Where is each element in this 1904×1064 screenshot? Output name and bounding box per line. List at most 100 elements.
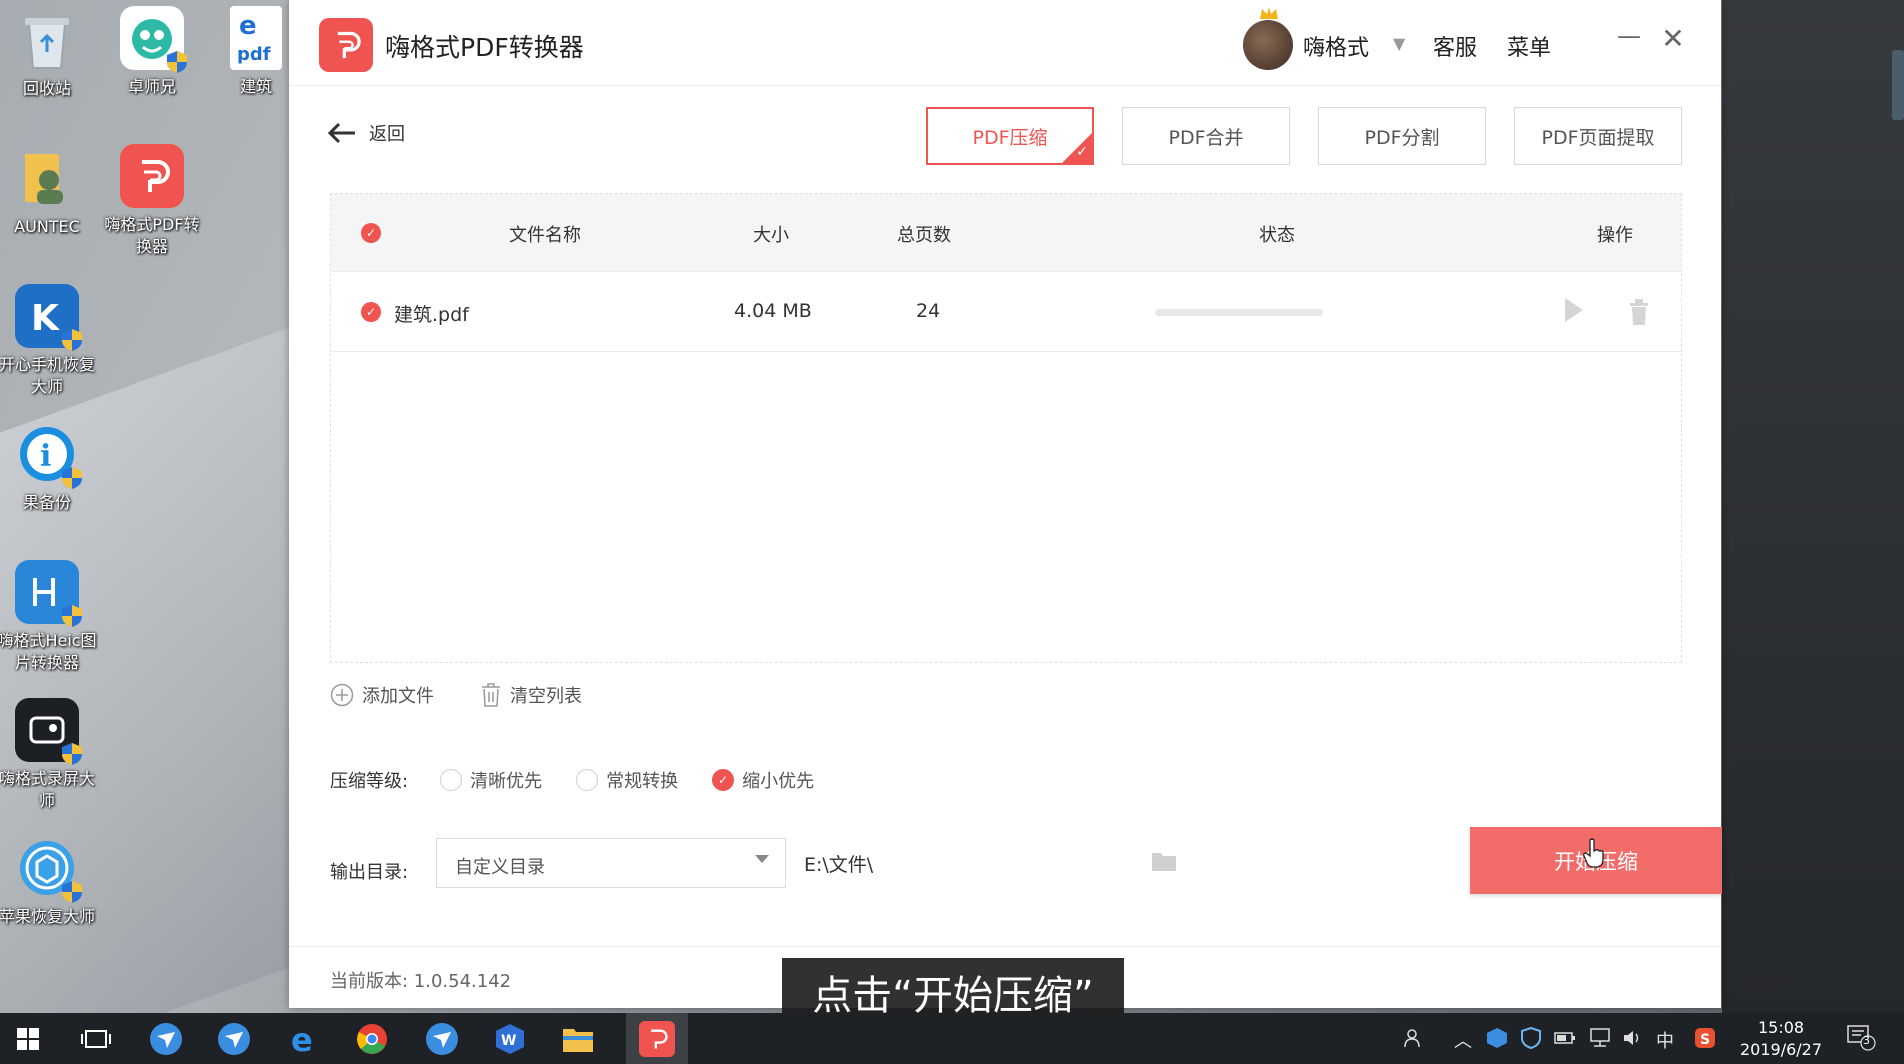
- chrome-icon[interactable]: [354, 1021, 390, 1057]
- progress-bar: [1155, 309, 1323, 316]
- volume-icon[interactable]: [1622, 1027, 1644, 1049]
- windows-start-icon[interactable]: [10, 1021, 46, 1057]
- row-checkbox[interactable]: ✓: [361, 302, 381, 322]
- back-button[interactable]: 返回: [327, 120, 405, 146]
- table-row: ✓ 建筑.pdf 4.04 MB 24: [331, 272, 1681, 352]
- output-path: E:\文件\: [804, 854, 874, 876]
- desktop-icon-screen-recorder[interactable]: 嗨格式录屏大师: [0, 698, 97, 812]
- desktop-icon-recycle-bin[interactable]: 回收站: [0, 8, 97, 100]
- notification-center[interactable]: 3: [1846, 1023, 1876, 1056]
- trash-icon[interactable]: [1627, 298, 1651, 326]
- edge-browser-icon[interactable]: e: [286, 1021, 322, 1057]
- file-explorer-icon[interactable]: [560, 1021, 596, 1057]
- customer-service-link[interactable]: 客服: [1433, 30, 1477, 62]
- clock-time: 15:08: [1757, 1018, 1805, 1037]
- select-all-checkbox[interactable]: ✓: [361, 223, 381, 243]
- folder-icon[interactable]: [1151, 850, 1177, 872]
- chevron-down-icon: [755, 855, 769, 863]
- minimize-icon[interactable]: —: [1615, 22, 1643, 62]
- file-table: ✓ 文件名称 大小 总页数 状态 操作 ✓ 建筑.pdf 4.04 MB 24: [330, 193, 1682, 663]
- radio-circle: [576, 769, 599, 791]
- close-icon[interactable]: ✕: [1659, 22, 1687, 62]
- radio-label: 常规转换: [606, 771, 679, 792]
- zhuoshixiong-icon: [120, 6, 187, 73]
- system-clock[interactable]: 15:08 2019/6/27: [1740, 1017, 1822, 1061]
- bird-app-icon[interactable]: [216, 1021, 252, 1057]
- desktop-right-area: [1722, 0, 1904, 1013]
- back-label: 返回: [369, 124, 405, 145]
- svg-text:e: e: [239, 11, 257, 41]
- sogou-input-icon[interactable]: S: [1694, 1027, 1716, 1049]
- radio-circle-selected: ✓: [712, 769, 735, 791]
- list-actions: 添加文件 清空列表: [330, 682, 582, 708]
- desktop-icon-pdf-converter[interactable]: 嗨格式PDF转换器: [102, 144, 202, 258]
- svg-text:S: S: [1700, 1032, 1710, 1048]
- bird-app-icon[interactable]: [424, 1021, 460, 1057]
- radio-label: 缩小优先: [742, 771, 815, 792]
- screen-recorder-icon: [15, 698, 82, 765]
- play-icon[interactable]: [1565, 298, 1583, 322]
- plus-circle-icon: [330, 683, 354, 707]
- battery-icon[interactable]: [1554, 1027, 1576, 1049]
- wps-icon[interactable]: W: [492, 1021, 528, 1057]
- trash-outline-icon: [482, 683, 500, 707]
- apple-recovery-icon: [15, 836, 82, 903]
- tab-pdf-page-extract[interactable]: PDF页面提取: [1514, 107, 1682, 165]
- desktop-icon-phone-recovery[interactable]: K 开心手机恢复大师: [0, 284, 97, 398]
- radio-smaller-first[interactable]: ✓ 缩小优先: [712, 767, 814, 793]
- user-name[interactable]: 嗨格式: [1303, 30, 1369, 62]
- clear-list-label: 清空列表: [510, 686, 582, 707]
- pdf-converter-icon: [120, 144, 184, 208]
- chevron-up-icon[interactable]: ︿: [1454, 1027, 1472, 1053]
- title-bar: 嗨格式PDF转换器 嗨格式 ▼ 客服 菜单 — ✕: [289, 0, 1721, 86]
- avatar[interactable]: [1243, 20, 1293, 70]
- desktop-icon-apple-recovery[interactable]: 苹果恢复大师: [0, 836, 97, 928]
- desktop-icon-zhuoshixiong[interactable]: 卓师兄: [102, 6, 202, 98]
- app-logo-icon: [319, 18, 373, 72]
- desktop-icon-label: 果备份: [22, 493, 71, 512]
- compression-level-row: 压缩等级: 清晰优先 常规转换 ✓ 缩小优先: [330, 767, 814, 793]
- svg-text:W: W: [501, 1033, 516, 1049]
- table-header: ✓ 文件名称 大小 总页数 状态 操作: [331, 194, 1681, 272]
- desktop-icon-label: 开心手机恢复大师: [0, 355, 95, 396]
- tab-pdf-split[interactable]: PDF分割: [1318, 107, 1486, 165]
- output-dir-select[interactable]: 自定义目录: [436, 838, 786, 888]
- tab-label: PDF合并: [1168, 126, 1244, 149]
- people-icon[interactable]: [1404, 1027, 1426, 1049]
- radio-normal[interactable]: 常规转换: [576, 767, 678, 793]
- bird-app-icon[interactable]: [148, 1021, 184, 1057]
- header-pages: 总页数: [897, 225, 951, 246]
- version-text: 当前版本: 1.0.54.142: [330, 971, 512, 992]
- add-file-button[interactable]: 添加文件: [330, 682, 434, 708]
- desktop-icon-heic-converter[interactable]: 嗨格式Heic图片转换器: [0, 560, 97, 674]
- phone-recovery-icon: K: [15, 284, 82, 351]
- tab-label: PDF压缩: [972, 126, 1048, 149]
- clear-list-button[interactable]: 清空列表: [480, 682, 582, 708]
- heic-converter-icon: [15, 560, 82, 627]
- tab-pdf-compress[interactable]: PDF压缩 ✓: [926, 107, 1094, 165]
- desktop-icon-auntec[interactable]: AUNTEC: [0, 146, 97, 238]
- menu-button[interactable]: 菜单: [1507, 30, 1551, 62]
- radio-clarity-first[interactable]: 清晰优先: [440, 767, 542, 793]
- checkmark-icon: ✓: [1076, 144, 1088, 160]
- svg-text:pdf: pdf: [237, 44, 271, 65]
- info-backup-icon: i: [15, 422, 82, 489]
- radio-label: 清晰优先: [470, 771, 543, 792]
- network-icon[interactable]: [1588, 1027, 1612, 1049]
- desktop-icon-apple-backup[interactable]: i 果备份: [0, 422, 97, 514]
- cube-tray-icon[interactable]: [1486, 1027, 1508, 1049]
- desktop-icon-label: 苹果恢复大师: [0, 907, 95, 926]
- clock-date: 2019/6/27: [1740, 1040, 1823, 1059]
- tab-pdf-merge[interactable]: PDF合并: [1122, 107, 1290, 165]
- output-select-value: 自定义目录: [455, 857, 545, 878]
- hand-cursor-icon: [1583, 838, 1604, 868]
- desktop-icon-label: 回收站: [22, 79, 71, 98]
- shield-tray-icon[interactable]: [1520, 1027, 1542, 1049]
- pdf-converter-taskbar-icon[interactable]: [639, 1021, 675, 1057]
- crown-icon: [1260, 7, 1278, 19]
- app-window: 嗨格式PDF转换器 嗨格式 ▼ 客服 菜单 — ✕ 返回 PDF压缩 ✓ PDF…: [289, 0, 1722, 1008]
- input-language[interactable]: 中: [1656, 1027, 1674, 1053]
- chevron-down-icon[interactable]: ▼: [1393, 34, 1405, 53]
- task-view-icon[interactable]: [78, 1021, 114, 1057]
- taskbar: e W ︿ 中 S 15:08 2019/6/27 3: [0, 1013, 1904, 1064]
